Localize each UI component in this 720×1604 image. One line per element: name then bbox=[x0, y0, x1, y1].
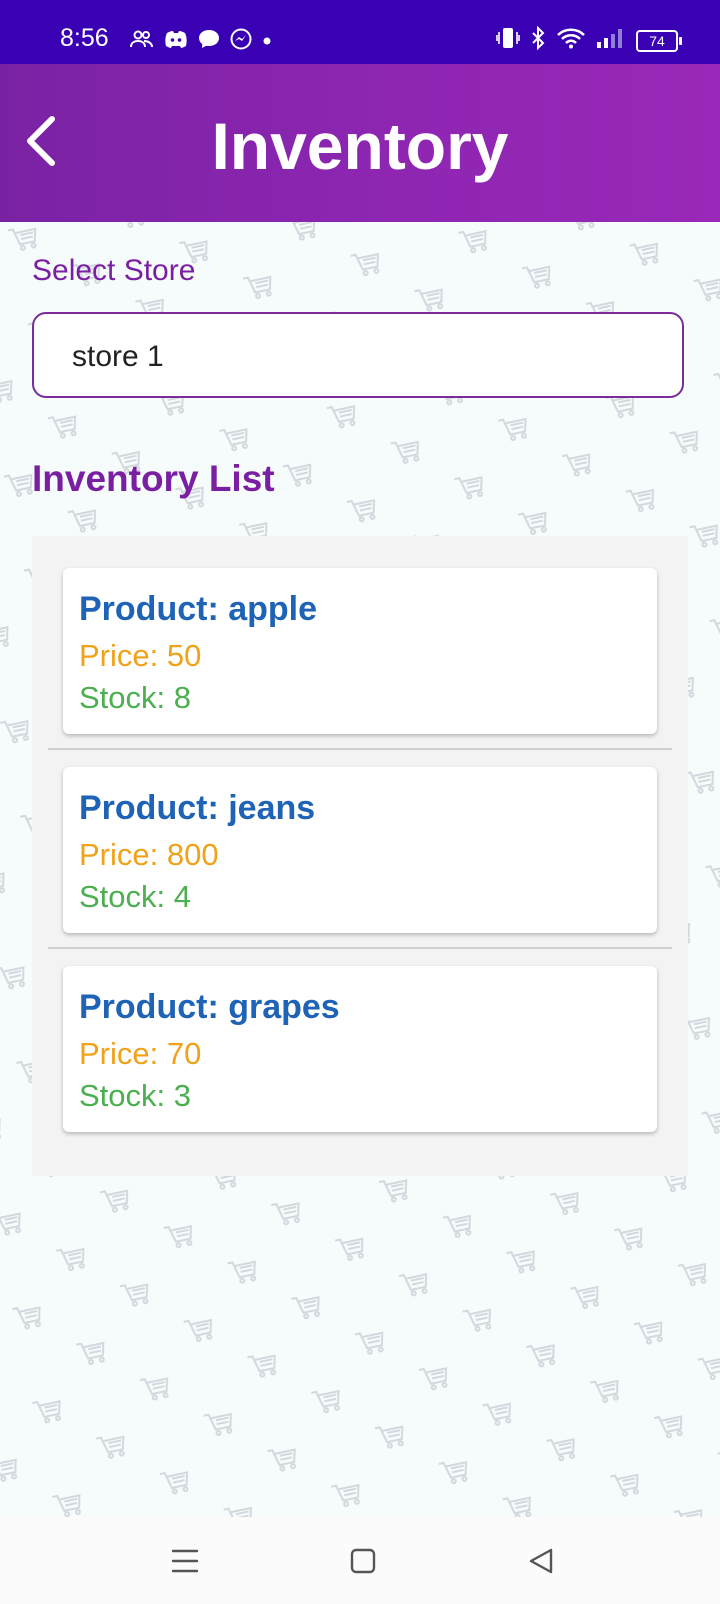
product-price: Price: 800 bbox=[79, 837, 219, 872]
product-name: Product: apple bbox=[79, 590, 318, 628]
vibrate-icon bbox=[496, 27, 520, 54]
store-select-label: Select Store bbox=[32, 254, 196, 287]
discord-icon bbox=[164, 29, 188, 54]
status-time: 8:56 bbox=[60, 24, 109, 52]
store-select-value: store 1 bbox=[72, 340, 164, 373]
list-item[interactable]: Product: jeans Price: 800 Stock: 4 bbox=[63, 767, 657, 933]
dot-icon bbox=[262, 33, 272, 51]
back-nav-button[interactable] bbox=[521, 1543, 561, 1583]
list-item[interactable]: Product: apple Price: 50 Stock: 8 bbox=[63, 568, 657, 734]
product-stock: Stock: 3 bbox=[79, 1078, 191, 1113]
product-price: Price: 70 bbox=[79, 1036, 202, 1071]
home-square-icon bbox=[349, 1547, 377, 1580]
people-icon bbox=[130, 29, 154, 54]
signal-icon bbox=[596, 27, 626, 54]
recent-apps-button[interactable] bbox=[165, 1543, 205, 1583]
inventory-list: Product: apple Price: 50 Stock: 8 Produc… bbox=[32, 536, 688, 1176]
back-triangle-icon bbox=[527, 1547, 555, 1580]
app-bar: Inventory bbox=[0, 64, 720, 222]
menu-icon bbox=[171, 1548, 199, 1579]
status-bar: 8:56 74 bbox=[0, 0, 720, 64]
messenger-icon bbox=[230, 28, 252, 55]
page-title: Inventory bbox=[211, 109, 509, 183]
bluetooth-icon bbox=[530, 25, 546, 55]
chat-bubble-icon bbox=[198, 29, 220, 54]
list-item[interactable]: Product: grapes Price: 70 Stock: 3 bbox=[63, 966, 657, 1132]
product-name: Product: jeans bbox=[79, 789, 316, 827]
battery-icon: 74 bbox=[636, 29, 682, 52]
notification-icons bbox=[130, 28, 272, 55]
home-button[interactable] bbox=[343, 1543, 383, 1583]
product-stock: Stock: 4 bbox=[79, 879, 191, 914]
product-name: Product: grapes bbox=[79, 988, 340, 1026]
wifi-icon bbox=[556, 27, 586, 54]
divider bbox=[48, 947, 672, 949]
store-select[interactable]: store 1 bbox=[32, 312, 684, 398]
product-price: Price: 50 bbox=[79, 638, 202, 673]
inventory-list-title: Inventory List bbox=[32, 458, 275, 499]
divider bbox=[48, 748, 672, 750]
system-icons: 74 bbox=[496, 25, 682, 55]
system-nav-bar bbox=[0, 1517, 720, 1604]
product-stock: Stock: 8 bbox=[79, 680, 191, 715]
